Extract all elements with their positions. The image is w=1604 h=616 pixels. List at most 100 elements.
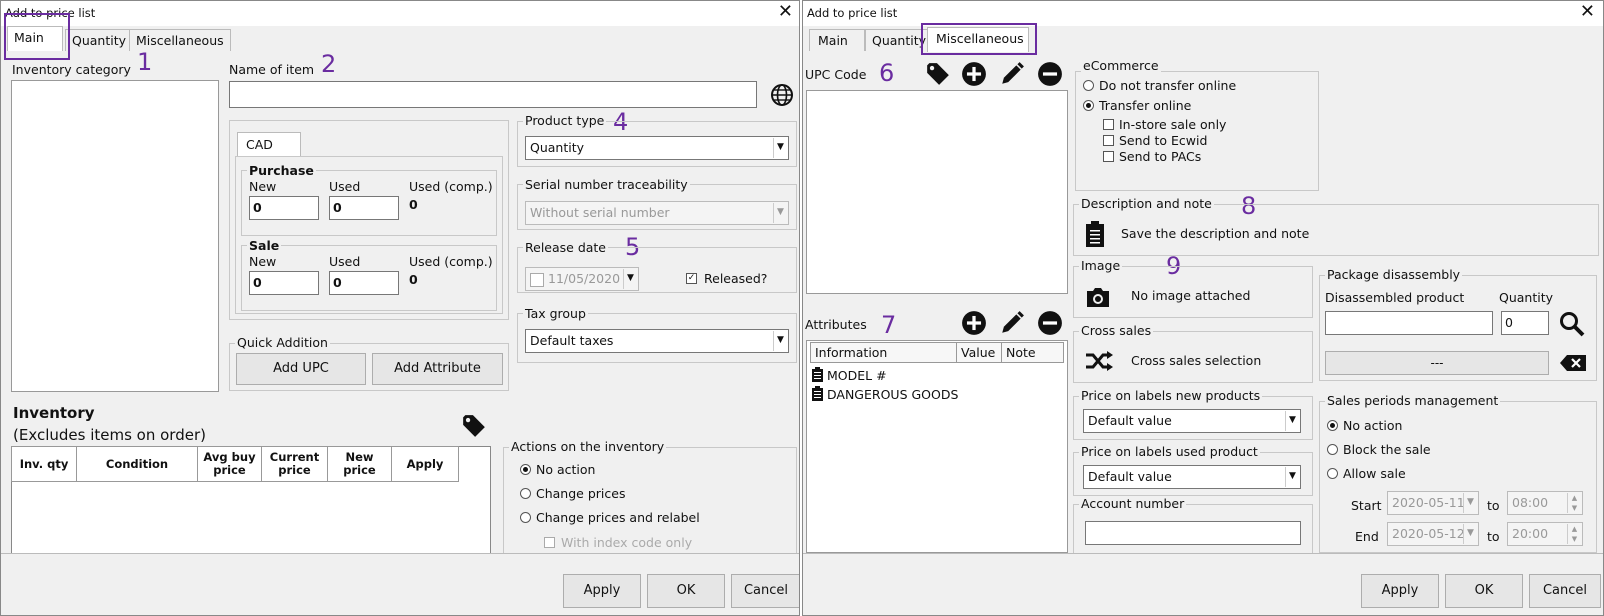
col-current-price[interactable]: Current price <box>261 446 328 482</box>
clipboard-icon[interactable] <box>1085 221 1105 247</box>
do-not-transfer-label: Do not transfer online <box>1099 78 1237 93</box>
search-icon[interactable] <box>1559 311 1585 337</box>
price-new-select[interactable]: Default value ▼ <box>1083 409 1301 433</box>
edit-icon[interactable] <box>999 61 1025 87</box>
edit-icon[interactable] <box>999 310 1025 336</box>
add-icon[interactable] <box>961 61 987 87</box>
add-attribute-button[interactable]: Add Attribute <box>372 353 503 385</box>
price-used-select[interactable]: Default value ▼ <box>1083 465 1301 489</box>
inventory-category-list[interactable] <box>11 80 219 392</box>
image-text: No image attached <box>1131 288 1251 303</box>
add-upc-button[interactable]: Add UPC <box>236 353 366 385</box>
start-label: Start <box>1351 498 1382 513</box>
apply-button[interactable]: Apply <box>1361 574 1439 608</box>
allow-sale-radio[interactable] <box>1327 468 1338 479</box>
image-label: Image <box>1079 258 1123 273</box>
col-apply[interactable]: Apply <box>391 446 459 482</box>
cross-sales-text[interactable]: Cross sales selection <box>1131 353 1261 368</box>
start-date-value: 2020-05-11 <box>1392 495 1465 510</box>
window-title: Add to price list <box>807 6 898 20</box>
sale-used-input[interactable]: 0 <box>329 271 399 295</box>
attr-col-information[interactable]: Information <box>810 342 957 363</box>
sale-used-comp-value: 0 <box>409 272 418 287</box>
tag-icon[interactable] <box>925 61 951 87</box>
description-action[interactable]: Save the description and note <box>1121 226 1309 241</box>
attr-col-value[interactable]: Value <box>956 342 1002 363</box>
release-date-checkbox[interactable] <box>530 273 544 287</box>
tab-main[interactable]: Main <box>809 29 865 51</box>
transfer-online-radio[interactable] <box>1083 100 1094 111</box>
sales-no-action-radio[interactable] <box>1327 420 1338 431</box>
purchase-used-label: Used <box>329 179 361 194</box>
block-sale-radio[interactable] <box>1327 444 1338 455</box>
serial-select[interactable]: Without serial number ▼ <box>525 201 789 225</box>
do-not-transfer-radio[interactable] <box>1083 80 1094 91</box>
col-condition[interactable]: Condition <box>76 446 198 482</box>
close-icon[interactable]: ✕ <box>1580 2 1595 22</box>
cancel-button[interactable]: Cancel <box>731 574 799 608</box>
with-index-label: With index code only <box>561 535 693 550</box>
chevron-down-icon: ▼ <box>1285 411 1299 431</box>
backspace-icon[interactable] <box>1559 354 1587 372</box>
tax-group-label: Tax group <box>523 306 588 321</box>
start-date-picker[interactable]: 2020-05-11 ▼ <box>1387 491 1479 515</box>
released-label: Released? <box>704 271 768 286</box>
purchase-new-label: New <box>249 179 277 194</box>
attr-row-model[interactable]: MODEL # <box>827 368 887 383</box>
quantity-label: Quantity <box>1499 290 1554 305</box>
send-ecwid-label: Send to Ecwid <box>1119 133 1208 148</box>
account-input[interactable] <box>1085 521 1301 545</box>
quantity-input[interactable]: 0 <box>1501 311 1549 335</box>
end-date-picker[interactable]: 2020-05-12 ▼ <box>1387 522 1479 546</box>
release-date-picker[interactable]: 11/05/2020 ▼ <box>525 267 639 291</box>
end-time-input[interactable]: 20:00 ▲ ▼ <box>1507 522 1583 546</box>
remove-icon[interactable] <box>1037 61 1063 87</box>
with-index-checkbox[interactable] <box>544 537 555 548</box>
attr-row-dangerous-goods[interactable]: DANGEROUS GOODS <box>827 387 958 402</box>
currency-tab[interactable]: CAD <box>237 132 301 156</box>
sale-new-label: New <box>249 254 277 269</box>
package-select-button[interactable]: --- <box>1325 351 1549 375</box>
attr-col-note[interactable]: Note <box>1001 342 1064 363</box>
add-icon[interactable] <box>961 310 987 336</box>
tag-icon[interactable] <box>461 413 487 439</box>
close-icon[interactable]: ✕ <box>778 2 793 22</box>
purchase-new-input[interactable]: 0 <box>249 196 319 220</box>
remove-icon[interactable] <box>1037 310 1063 336</box>
send-pacs-checkbox[interactable] <box>1103 151 1114 162</box>
ok-button[interactable]: OK <box>1445 574 1523 608</box>
col-new-price[interactable]: New price <box>327 446 392 482</box>
released-checkbox[interactable]: ✓ <box>686 273 697 284</box>
name-of-item-input[interactable] <box>229 81 757 108</box>
in-store-checkbox[interactable] <box>1103 119 1114 130</box>
tab-quantity[interactable]: Quantity <box>65 29 134 51</box>
sale-used-comp-label: Used (comp.) <box>409 254 493 269</box>
action-relabel-radio[interactable] <box>520 512 531 523</box>
highlight-main-tab <box>4 13 70 60</box>
annotation-1: 1 <box>137 48 153 76</box>
action-no-action-label: No action <box>536 462 596 477</box>
action-no-action-radio[interactable] <box>520 464 531 475</box>
purchase-used-input[interactable]: 0 <box>329 196 399 220</box>
upc-list[interactable] <box>806 90 1068 294</box>
release-date-value: 11/05/2020 <box>548 271 621 286</box>
sale-label: Sale <box>247 238 282 253</box>
disassembled-input[interactable] <box>1325 311 1493 335</box>
shuffle-icon[interactable] <box>1085 351 1113 371</box>
apply-button[interactable]: Apply <box>563 574 641 608</box>
start-time-input[interactable]: 08:00 ▲ ▼ <box>1507 491 1583 515</box>
end-label: End <box>1355 529 1379 544</box>
tax-group-select[interactable]: Default taxes ▼ <box>525 329 789 353</box>
sale-new-input[interactable]: 0 <box>249 271 319 295</box>
product-type-select[interactable]: Quantity ▼ <box>525 136 789 160</box>
col-inv-qty[interactable]: Inv. qty <box>11 446 77 482</box>
col-avg-buy-price[interactable]: Avg buy price <box>197 446 262 482</box>
attributes-label: Attributes <box>805 317 867 332</box>
globe-icon[interactable] <box>770 83 794 107</box>
send-ecwid-checkbox[interactable] <box>1103 135 1114 146</box>
camera-icon[interactable] <box>1085 286 1111 308</box>
cancel-button[interactable]: Cancel <box>1529 574 1601 608</box>
description-label: Description and note <box>1079 196 1214 211</box>
ok-button[interactable]: OK <box>647 574 725 608</box>
action-change-prices-radio[interactable] <box>520 488 531 499</box>
